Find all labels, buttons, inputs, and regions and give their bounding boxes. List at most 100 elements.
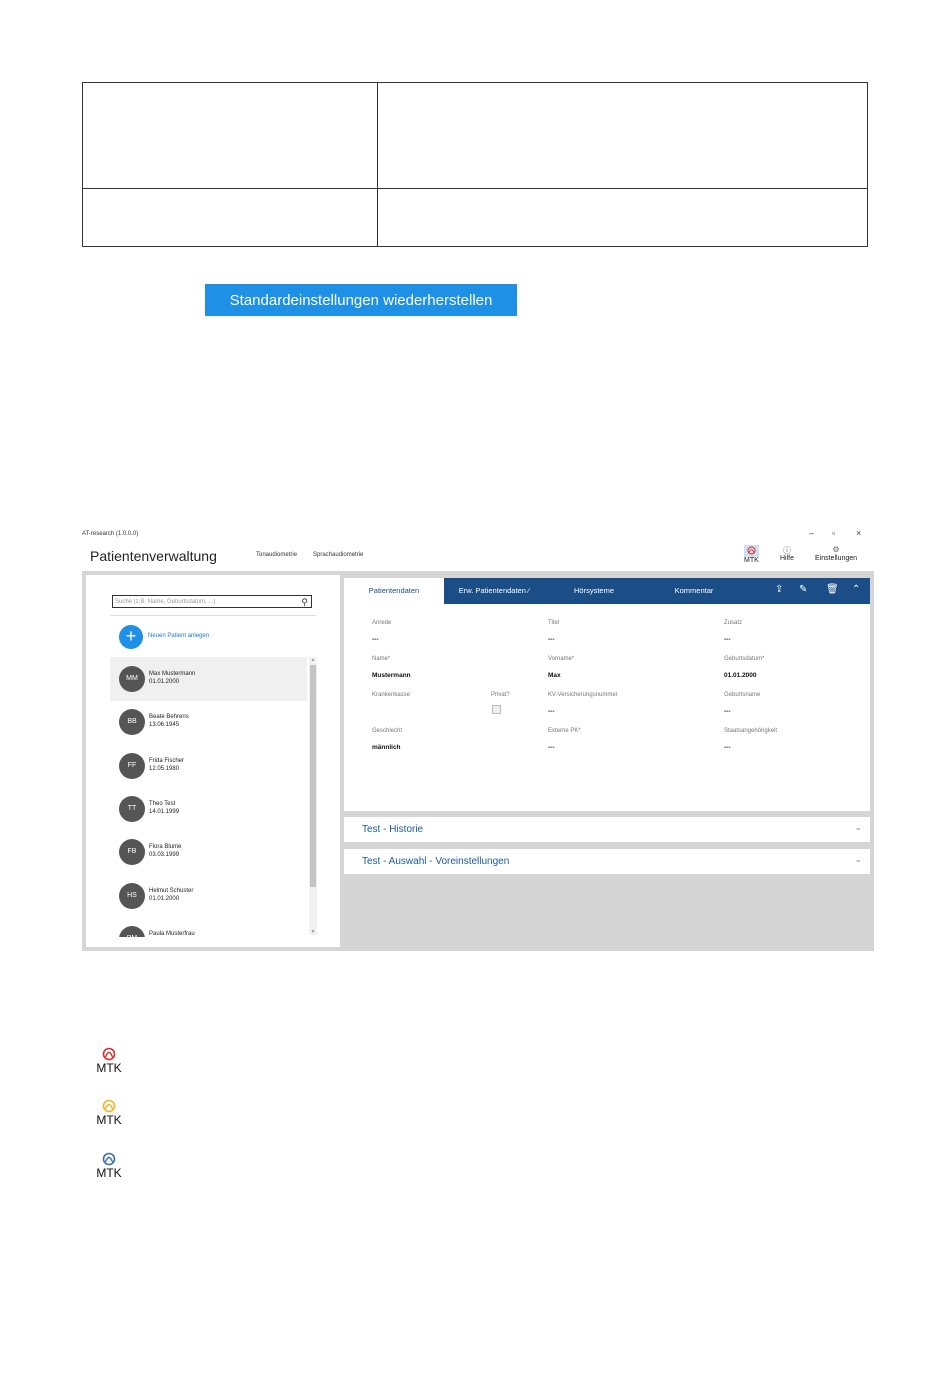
mtk-label: MTK bbox=[96, 1061, 122, 1075]
patient-dob: 03.03.1999 bbox=[149, 852, 180, 858]
list-item[interactable]: HS Helmut Schuster 01.01.2000 bbox=[110, 874, 307, 918]
scrollbar-thumb[interactable] bbox=[310, 665, 316, 887]
divider bbox=[110, 615, 316, 616]
add-patient-label[interactable]: Neuen Patient anlegen bbox=[148, 633, 209, 639]
patient-name: Beate Behrens bbox=[149, 714, 189, 720]
label-zusatz: Zusatz bbox=[724, 620, 743, 626]
value-geburtsname: --- bbox=[724, 708, 731, 715]
mtk-status-blue: MTK bbox=[93, 1152, 125, 1179]
mtk-yellow-icon bbox=[102, 1099, 116, 1113]
chevron-down-icon[interactable]: ⌄ bbox=[854, 822, 862, 833]
chevron-down-icon[interactable]: ⌄ bbox=[854, 854, 862, 865]
search-input[interactable]: Suche (z.B. Name, Geburtsdatum, ...) ⚲ bbox=[112, 595, 312, 608]
minimize-button[interactable]: – bbox=[809, 528, 814, 538]
list-item[interactable]: FB Flora Blume 03.03.1999 bbox=[110, 830, 307, 874]
help-icon: ⓘ bbox=[783, 546, 791, 555]
page-title: Patientenverwaltung bbox=[90, 548, 217, 564]
tab-patientendaten[interactable]: Patientendaten bbox=[344, 578, 444, 604]
nav-sprachaudiometrie[interactable]: Sprachaudiometrie bbox=[313, 552, 363, 558]
edit-icon[interactable]: ✎ bbox=[799, 584, 807, 595]
mtk-red-icon bbox=[102, 1047, 116, 1061]
patient-name: Paula Musterfrau bbox=[149, 931, 195, 937]
title-bar: AT-research (1.0.0.0) – ▫ × bbox=[80, 525, 874, 543]
list-scrollbar[interactable]: ▲ ▼ bbox=[309, 657, 317, 935]
value-externe-pk: --- bbox=[548, 744, 555, 751]
list-item[interactable]: BB Beate Behrens 13.06.1945 bbox=[110, 700, 307, 744]
avatar: MM bbox=[119, 666, 145, 692]
tab-bar: Patientendaten Erw. Patientendaten ⁄ Hör… bbox=[344, 578, 870, 604]
patient-dob: 12.05.1980 bbox=[149, 766, 180, 772]
patient-dob: 01.01.2000 bbox=[149, 896, 180, 902]
gear-icon: ⚙ bbox=[832, 545, 840, 554]
mtk-status-icon bbox=[744, 545, 759, 557]
restore-defaults-button[interactable]: Standardeinstellungen wiederherstellen bbox=[205, 284, 517, 316]
label-externe-pk: Externe PK* bbox=[548, 728, 581, 734]
label-titel: Titel bbox=[548, 620, 560, 626]
label-name: Name* bbox=[372, 656, 391, 662]
value-geburtsdatum: 01.01.2000 bbox=[724, 672, 757, 679]
tab-kommentar[interactable]: Kommentar bbox=[644, 578, 744, 604]
mtk-status-red: MTK bbox=[93, 1047, 125, 1074]
value-zusatz: --- bbox=[724, 636, 731, 643]
patient-name: Flora Blume bbox=[149, 844, 182, 850]
mtk-button[interactable]: MTK bbox=[744, 545, 759, 564]
patient-list: MM Max Mustermann 01.01.2000 BB Beate Be… bbox=[110, 657, 307, 937]
mtk-label: MTK bbox=[96, 1113, 122, 1127]
help-button[interactable]: ⓘ Hilfe bbox=[780, 545, 794, 562]
label-anrede: Anrede bbox=[372, 620, 392, 626]
label-geburtsname: Geburtsname bbox=[724, 692, 761, 698]
mtk-status-yellow: MTK bbox=[93, 1099, 125, 1126]
patient-dob: 14.01.1999 bbox=[149, 809, 180, 815]
value-vorname: Max bbox=[548, 672, 561, 679]
accordion-test-auswahl[interactable]: Test - Auswahl - Voreinstellungen ⌄ bbox=[344, 849, 870, 874]
label-privat: Privat? bbox=[491, 692, 510, 698]
patient-name: Theo Test bbox=[149, 801, 176, 807]
settings-button[interactable]: ⚙ Einstellungen bbox=[815, 545, 857, 562]
app-window: AT-research (1.0.0.0) – ▫ × Patientenver… bbox=[80, 525, 874, 951]
list-item[interactable]: MM Max Mustermann 01.01.2000 bbox=[110, 657, 307, 701]
scroll-up-icon[interactable]: ▲ bbox=[309, 657, 317, 663]
nav-tonaudiometrie[interactable]: Tonaudiometrie bbox=[256, 552, 297, 558]
patient-list-panel: Suche (z.B. Name, Geburtsdatum, ...) ⚲ +… bbox=[86, 575, 340, 947]
avatar: HS bbox=[119, 883, 145, 909]
value-anrede: --- bbox=[372, 636, 379, 643]
patient-dob: 13.06.1945 bbox=[149, 722, 180, 728]
avatar: TT bbox=[119, 796, 145, 822]
delete-icon[interactable]: 🗑 bbox=[826, 584, 839, 595]
table-divider bbox=[83, 188, 867, 189]
patient-name: Helmut Schuster bbox=[149, 888, 194, 894]
label-vorname: Vorname* bbox=[548, 656, 575, 662]
value-geschlecht: männlich bbox=[372, 744, 401, 751]
mtk-label: MTK bbox=[744, 557, 759, 564]
tab-hoersysteme[interactable]: Hörsysteme bbox=[544, 578, 644, 604]
avatar: BB bbox=[119, 709, 145, 735]
patient-dob: 01.01.2000 bbox=[149, 679, 180, 685]
chevron-up-icon[interactable]: ⌃ bbox=[852, 584, 860, 595]
value-staatsangehoerigkeit: --- bbox=[724, 744, 731, 751]
scroll-down-icon[interactable]: ▼ bbox=[309, 929, 317, 935]
maximize-button[interactable]: ▫ bbox=[832, 528, 835, 538]
search-placeholder: Suche (z.B. Name, Geburtsdatum, ...) bbox=[115, 599, 216, 605]
list-item[interactable]: FF Frida Fischer 12.05.1980 bbox=[110, 744, 307, 788]
avatar: FF bbox=[119, 753, 145, 779]
label-geschlecht: Geschlecht bbox=[372, 728, 403, 734]
accordion-label: Test - Historie bbox=[362, 824, 424, 835]
value-name: Mustermann bbox=[372, 672, 411, 679]
label-kv-nummer: KV-Versicherungsnummer bbox=[548, 692, 618, 698]
privat-checkbox[interactable] bbox=[492, 705, 501, 714]
list-item[interactable]: TT Theo Test 14.01.1999 bbox=[110, 787, 307, 831]
patient-name: Frida Fischer bbox=[149, 758, 185, 764]
close-button[interactable]: × bbox=[856, 528, 861, 538]
label-staatsangehoerigkeit: Staatsangehörigkeit bbox=[724, 728, 778, 734]
patient-name: Max Mustermann bbox=[149, 671, 196, 677]
list-item[interactable]: PM Paula Musterfrau bbox=[110, 917, 307, 937]
value-titel: --- bbox=[548, 636, 555, 643]
accordion-test-historie[interactable]: Test - Historie ⌄ bbox=[344, 817, 870, 842]
search-icon[interactable]: ⚲ bbox=[301, 596, 308, 608]
label-krankenkasse: Krankenkasse bbox=[372, 692, 411, 698]
help-label: Hilfe bbox=[780, 555, 795, 562]
tab-erw-patientendaten[interactable]: Erw. Patientendaten ⁄ bbox=[444, 578, 544, 604]
add-patient-button[interactable]: + bbox=[119, 625, 143, 649]
export-icon[interactable]: ⇪ bbox=[775, 584, 783, 595]
mtk-blue-icon bbox=[102, 1152, 116, 1166]
